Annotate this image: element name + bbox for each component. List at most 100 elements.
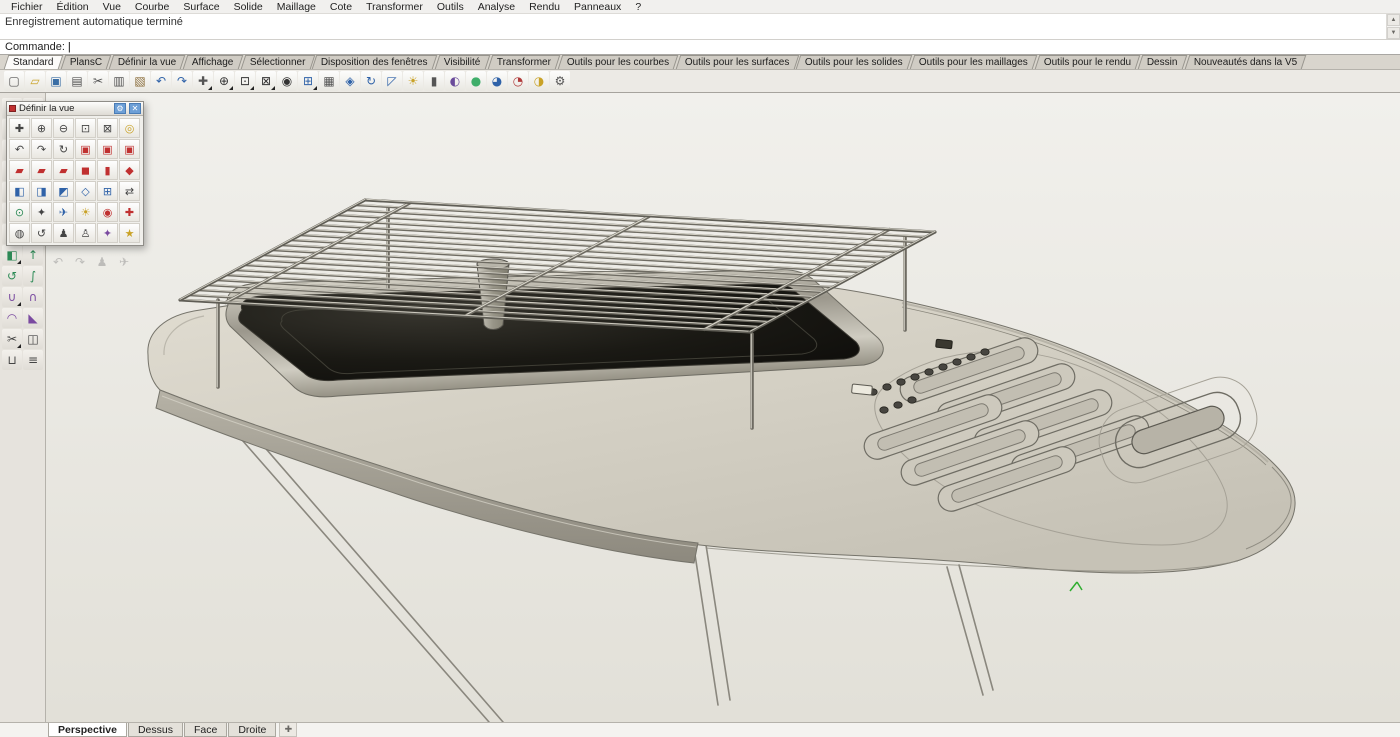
camera-perspective-icon[interactable]: ▰ bbox=[53, 160, 74, 180]
viewport-tab-perspective[interactable]: Perspective bbox=[48, 723, 127, 737]
new-file-icon[interactable]: ▢ bbox=[4, 71, 24, 91]
scale-icon[interactable]: ◸ bbox=[382, 71, 402, 91]
zoom-selected-icon[interactable]: ◉ bbox=[277, 71, 297, 91]
menu-item-cote[interactable]: Cote bbox=[323, 0, 359, 14]
palette-close-icon[interactable]: ✕ bbox=[129, 103, 141, 114]
boolean-union-icon[interactable]: ∪ bbox=[2, 287, 22, 307]
lock-icon[interactable]: ▮ bbox=[424, 71, 444, 91]
zoom-in-icon[interactable]: ⊕ bbox=[31, 118, 52, 138]
menu-item-analyse[interactable]: Analyse bbox=[471, 0, 522, 14]
camera-top-icon[interactable]: ▣ bbox=[119, 139, 140, 159]
history-scroll-up-icon[interactable]: ▲ bbox=[1387, 14, 1400, 26]
zoom-window-icon[interactable]: ⊡ bbox=[75, 118, 96, 138]
walkabout-icon[interactable]: ✦ bbox=[31, 202, 52, 222]
view-top-icon[interactable]: ◧ bbox=[9, 181, 30, 201]
zoom-target-icon[interactable]: ◎ bbox=[119, 118, 140, 138]
rotate-icon[interactable]: ↻ bbox=[361, 71, 381, 91]
view-perspective-icon[interactable]: ◇ bbox=[75, 181, 96, 201]
command-line[interactable]: Commande: | bbox=[0, 40, 1400, 55]
view-front-icon[interactable]: ◨ bbox=[31, 181, 52, 201]
open-file-icon[interactable]: ▱ bbox=[25, 71, 45, 91]
trim-icon[interactable]: ✂ bbox=[2, 329, 22, 349]
zoom-extents-icon[interactable]: ⊠ bbox=[256, 71, 276, 91]
menu-item-fichier[interactable]: Fichier bbox=[4, 0, 50, 14]
palette-gear-icon[interactable]: ⚙ bbox=[114, 103, 126, 114]
toolbar-tab-outils-pour-les-maillages[interactable]: Outils pour les maillages bbox=[910, 55, 1037, 69]
render-settings-icon[interactable]: ◔ bbox=[508, 71, 528, 91]
pan-icon[interactable]: ✚ bbox=[193, 71, 213, 91]
four-viewports-icon[interactable]: ⊞ bbox=[97, 181, 118, 201]
command-history[interactable]: Enregistrement automatique terminé ▲ ▼ bbox=[0, 14, 1400, 40]
menu-item-outils[interactable]: Outils bbox=[430, 0, 471, 14]
perspective-viewport[interactable] bbox=[46, 93, 1400, 722]
zoom-extents-icon[interactable]: ⊠ bbox=[97, 118, 118, 138]
set-view-target-icon[interactable]: ⊙ bbox=[9, 202, 30, 222]
shaded-display-icon[interactable]: ◐ bbox=[445, 71, 465, 91]
viewport-tab-dessus[interactable]: Dessus bbox=[128, 723, 183, 737]
menu-item-panneaux[interactable]: Panneaux bbox=[567, 0, 628, 14]
move-icon[interactable]: ◈ bbox=[340, 71, 360, 91]
orient-camera-icon[interactable]: ✚ bbox=[119, 202, 140, 222]
viewport-tab-droite[interactable]: Droite bbox=[228, 723, 276, 737]
fly-through-icon[interactable]: ✈ bbox=[53, 202, 74, 222]
place-camera-icon[interactable]: ◉ bbox=[97, 202, 118, 222]
toolbar-tab-plansc[interactable]: PlansC bbox=[60, 55, 111, 69]
toolbar-tab-affichage[interactable]: Affichage bbox=[183, 55, 243, 69]
split-icon[interactable]: ◫ bbox=[23, 329, 43, 349]
copy-icon[interactable]: ▥ bbox=[109, 71, 129, 91]
chamfer-icon[interactable]: ◣ bbox=[23, 308, 43, 328]
history-scroll-down-icon[interactable]: ▼ bbox=[1387, 27, 1400, 39]
lamp-icon[interactable]: ☀ bbox=[403, 71, 423, 91]
toolbar-tab-outils-pour-les-courbes[interactable]: Outils pour les courbes bbox=[557, 55, 678, 69]
favorite-view-icon[interactable]: ★ bbox=[119, 223, 140, 243]
layers-icon[interactable]: ≡ bbox=[23, 350, 43, 370]
rendered-display-icon[interactable]: ● bbox=[466, 71, 486, 91]
menu-item-courbe[interactable]: Courbe bbox=[128, 0, 176, 14]
menu-item-dition[interactable]: Édition bbox=[50, 0, 96, 14]
extrude-icon[interactable]: ↑ bbox=[23, 245, 43, 265]
cut-icon[interactable]: ✂ bbox=[88, 71, 108, 91]
camera-two-point-icon[interactable]: ◼ bbox=[75, 160, 96, 180]
camera-front-icon[interactable]: ▣ bbox=[75, 139, 96, 159]
palette-title-bar[interactable]: Définir la vue ⚙ ✕ bbox=[7, 102, 143, 116]
toolbar-tab-d-finir-la-vue[interactable]: Définir la vue bbox=[109, 55, 186, 69]
menu-item-maillage[interactable]: Maillage bbox=[270, 0, 323, 14]
toolbar-tab-transformer[interactable]: Transformer bbox=[487, 55, 560, 69]
toolbar-tab-standard[interactable]: Standard bbox=[4, 55, 63, 69]
toolbar-tab-outils-pour-le-rendu[interactable]: Outils pour le rendu bbox=[1035, 55, 1141, 69]
toolbar-tab-dessin[interactable]: Dessin bbox=[1138, 55, 1187, 69]
sweep-icon[interactable]: ∫ bbox=[23, 266, 43, 286]
menu-item-rendu[interactable]: Rendu bbox=[522, 0, 567, 14]
spotlight-view-icon[interactable]: ☀ bbox=[75, 202, 96, 222]
zoom-out-icon[interactable]: ⊖ bbox=[53, 118, 74, 138]
walk-view-icon[interactable]: ♙ bbox=[75, 223, 96, 243]
print-icon[interactable]: ▤ bbox=[67, 71, 87, 91]
fillet-edge-icon[interactable]: ◠ bbox=[2, 308, 22, 328]
save-icon[interactable]: ▣ bbox=[46, 71, 66, 91]
camera-left-icon[interactable]: ▣ bbox=[97, 139, 118, 159]
view-right-icon[interactable]: ◩ bbox=[53, 181, 74, 201]
revolve-icon[interactable]: ↺ bbox=[2, 266, 22, 286]
camera-isometric-icon[interactable]: ▮ bbox=[97, 160, 118, 180]
menu-item-transformer[interactable]: Transformer bbox=[359, 0, 430, 14]
lens-icon[interactable]: ◍ bbox=[9, 223, 30, 243]
grid-snap-icon[interactable]: ▦ bbox=[319, 71, 339, 91]
zoom-window-icon[interactable]: ⊡ bbox=[235, 71, 255, 91]
zoom-dynamic-icon[interactable]: ⊕ bbox=[214, 71, 234, 91]
surface-icon[interactable]: ◧ bbox=[2, 245, 22, 265]
menu-item-item-13[interactable]: ? bbox=[628, 0, 648, 14]
redo-view-icon[interactable]: ↷ bbox=[31, 139, 52, 159]
material-editor-icon[interactable]: ◑ bbox=[529, 71, 549, 91]
turntable-icon[interactable]: ↺ bbox=[31, 223, 52, 243]
toolbar-tab-outils-pour-les-solides[interactable]: Outils pour les solides bbox=[796, 55, 912, 69]
camera-named-icon[interactable]: ◆ bbox=[119, 160, 140, 180]
animation-icon[interactable]: ✦ bbox=[97, 223, 118, 243]
toolbar-tab-outils-pour-les-surfaces[interactable]: Outils pour les surfaces bbox=[676, 55, 799, 69]
options-icon[interactable]: ⚙ bbox=[550, 71, 570, 91]
rotate-view-icon[interactable]: ↻ bbox=[53, 139, 74, 159]
command-history-scrollbar[interactable]: ▲ ▼ bbox=[1386, 14, 1400, 39]
pan-view-icon[interactable]: ✚ bbox=[9, 118, 30, 138]
render-icon[interactable]: ◕ bbox=[487, 71, 507, 91]
join-icon[interactable]: ⊔ bbox=[2, 350, 22, 370]
undo-view-icon[interactable]: ↶ bbox=[9, 139, 30, 159]
